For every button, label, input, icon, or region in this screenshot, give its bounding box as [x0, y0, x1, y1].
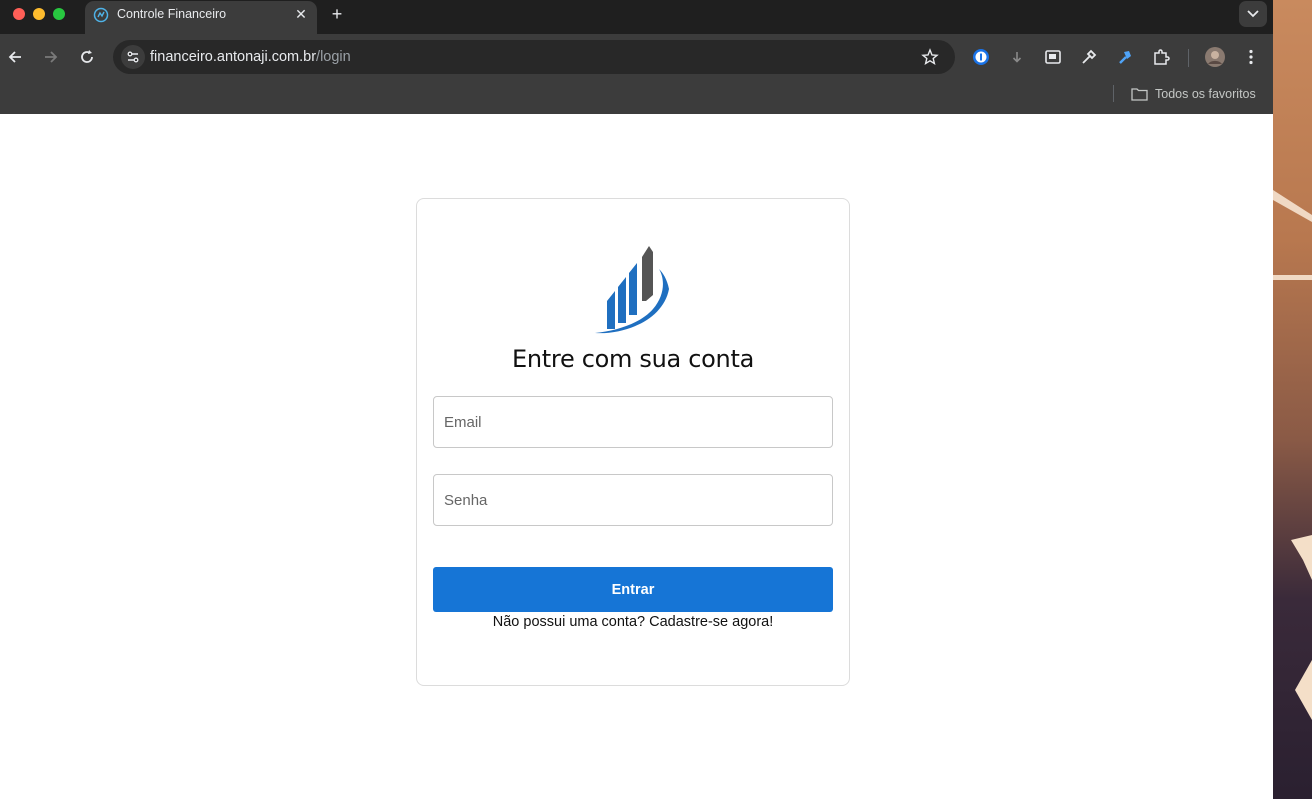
signup-link[interactable]: Não possui uma conta? Cadastre-se agora! — [417, 614, 849, 630]
tab-search-button[interactable] — [1239, 1, 1267, 27]
bookmarks-divider — [1113, 85, 1114, 102]
login-heading: Entre com sua conta — [512, 345, 754, 373]
desktop-wallpaper — [1273, 0, 1312, 799]
folder-icon[interactable] — [1131, 87, 1148, 101]
maximize-window-button[interactable] — [53, 8, 65, 20]
extensions-puzzle-icon[interactable] — [1152, 48, 1170, 66]
tab-title: Controle Financeiro — [117, 7, 227, 21]
bookmark-star-icon[interactable] — [921, 48, 939, 66]
url-host: financeiro.antonaji.com.br — [150, 49, 317, 65]
url-path: /login — [316, 49, 351, 65]
all-bookmarks-link[interactable]: Todos os favoritos — [1155, 87, 1256, 101]
tab-active[interactable]: Controle Financeiro ✕ — [85, 1, 317, 34]
back-arrow-icon[interactable] — [5, 47, 25, 67]
page-content: Entre com sua conta Entrar Não possui um… — [0, 114, 1273, 769]
tab-strip: Controle Financeiro ✕ + — [0, 0, 1273, 34]
close-tab-icon[interactable]: ✕ — [293, 6, 309, 22]
picture-in-picture-icon[interactable] — [1044, 48, 1062, 66]
address-bar[interactable]: financeiro.antonaji.com.br/login — [113, 40, 955, 74]
finance-logo-icon — [595, 246, 669, 334]
login-button[interactable]: Entrar — [433, 567, 833, 612]
download-icon[interactable] — [1008, 48, 1026, 66]
profile-avatar[interactable] — [1205, 47, 1225, 67]
toolbar-divider — [1188, 49, 1189, 67]
password-manager-icon[interactable] — [972, 48, 990, 66]
hammer-icon[interactable] — [1116, 48, 1134, 66]
chevron-down-icon — [1247, 10, 1259, 18]
site-favicon-icon — [93, 7, 109, 23]
browser-toolbar: financeiro.antonaji.com.br/login Todos o… — [0, 34, 1273, 114]
site-info-icon[interactable] — [121, 45, 145, 69]
new-tab-icon[interactable]: + — [328, 4, 346, 24]
reload-icon[interactable] — [77, 47, 97, 67]
login-card: Entre com sua conta Entrar Não possui um… — [416, 198, 850, 686]
email-field[interactable] — [433, 396, 833, 448]
more-menu-icon[interactable] — [1242, 48, 1260, 66]
browser-window: Controle Financeiro ✕ + financeiro.anton… — [0, 0, 1273, 769]
forward-arrow-icon[interactable] — [41, 47, 61, 67]
url-text: financeiro.antonaji.com.br/login — [150, 49, 351, 65]
minimize-window-button[interactable] — [33, 8, 45, 20]
password-field[interactable] — [433, 474, 833, 526]
close-window-button[interactable] — [13, 8, 25, 20]
eyedropper-icon[interactable] — [1080, 48, 1098, 66]
